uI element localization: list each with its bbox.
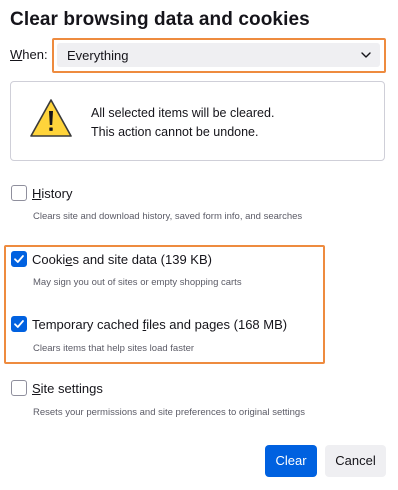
warning-box: All selected items will be cleared. This… [10,81,385,161]
site-settings-checkbox[interactable] [11,380,27,396]
history-label-post: istory [41,186,73,201]
warning-icon [30,99,72,137]
cache-label-post: iles and pages (168 MB) [146,317,288,332]
history-description: Clears site and download history, saved … [33,211,303,222]
cache-label-pre: Temporary cached [32,317,143,332]
history-checkbox[interactable] [11,185,27,201]
chevron-down-icon [361,52,371,58]
clear-data-dialog: Clear browsing data and cookies When: Ev… [0,0,398,490]
cookies-label[interactable]: Cookies and site data (139 KB) [32,252,212,267]
history-label[interactable]: History [32,186,72,201]
when-label-accesskey: W [10,47,23,62]
cookies-checkbox[interactable] [11,251,27,267]
cache-checkbox[interactable] [11,316,27,332]
cookies-description: May sign you out of sites or empty shopp… [33,277,242,288]
when-dropdown-value: Everything [67,48,129,63]
warning-text-line1: All selected items will be cleared. [91,106,275,120]
history-label-accesskey: H [32,186,42,201]
cookies-label-post: s and site data (139 KB) [72,252,212,267]
cancel-button[interactable]: Cancel [325,445,386,477]
checkmark-icon [14,255,24,263]
cache-description: Clears items that help sites load faster [33,343,195,354]
when-label: When: [10,47,48,62]
warning-text-line2: This action cannot be undone. [91,125,259,139]
dialog-title: Clear browsing data and cookies [10,9,310,30]
site-settings-label-post: ite settings [40,381,103,396]
site-settings-label-accesskey: S [32,381,41,396]
checkmark-icon [14,320,24,328]
when-label-text: hen: [22,47,48,62]
cache-label[interactable]: Temporary cached files and pages (168 MB… [32,317,287,332]
when-dropdown[interactable]: Everything [57,43,380,67]
site-settings-label[interactable]: Site settings [32,381,103,396]
site-settings-description: Resets your permissions and site prefere… [33,407,305,418]
clear-button[interactable]: Clear [265,445,317,477]
cookies-label-pre: Cooki [32,252,66,267]
